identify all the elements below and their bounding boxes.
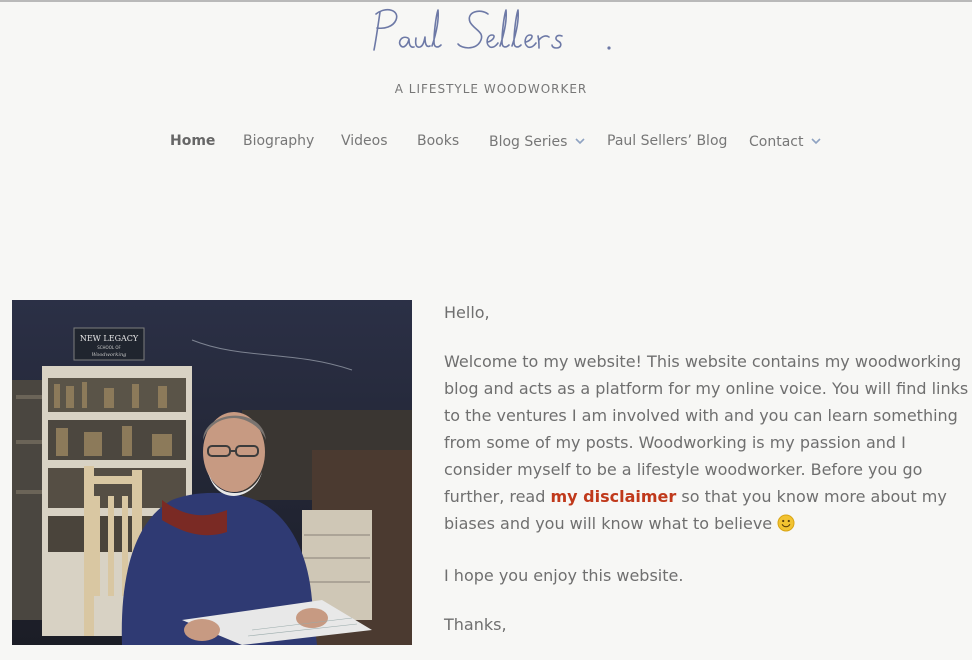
nav-item-blog-series[interactable]: Blog Series [489,133,585,150]
intro-text-before-link: Welcome to my website! This website cont… [444,352,969,506]
nav-item-paul-sellers-blog[interactable]: Paul Sellers’ Blog [607,133,727,149]
nav-item-label: Home [170,133,216,149]
nav-item-home[interactable]: Home [170,133,215,149]
nav-item-videos[interactable]: Videos [341,133,388,149]
site-tagline: A LIFESTYLE WOODWORKER [394,82,588,96]
chevron-down-icon [575,133,585,149]
closing-paragraph: I hope you enjoy this website. [444,562,969,589]
site-logo[interactable] [366,2,618,60]
sign-text-line-2: SCHOOL OF [97,345,121,350]
nav-item-biography[interactable]: Biography [243,133,314,149]
sign-text-line-1: NEW LEGACY [80,334,139,343]
nav-item-label: Biography [243,133,315,149]
nav-item-books[interactable]: Books [417,133,459,149]
greeting-text: Hello, [444,303,490,322]
smiley-face-icon [777,513,795,540]
signoff-paragraph: Thanks, [444,611,969,638]
chevron-down-icon [811,133,821,149]
welcome-content: Hello, Welcome to my website! This websi… [444,299,969,660]
closing-text: I hope you enjoy this website. [444,566,684,585]
signoff-text: Thanks, [444,615,507,634]
hero-photo-woodworker: NEW LEGACY SCHOOL OF Woodworking [12,300,412,645]
greeting-paragraph: Hello, [444,299,969,326]
signature-logo-graphic [373,8,611,51]
sign-text-line-3: Woodworking [92,352,127,358]
disclaimer-link[interactable]: my disclaimer [550,487,676,506]
nav-item-label: Videos [341,133,388,149]
intro-paragraph: Welcome to my website! This website cont… [444,348,969,540]
nav-item-label: Paul Sellers’ Blog [607,133,728,149]
nav-item-contact[interactable]: Contact [749,133,821,150]
nav-item-label: Contact [749,134,804,150]
nav-item-label: Books [417,133,460,149]
nav-item-label: Blog Series [489,134,568,150]
